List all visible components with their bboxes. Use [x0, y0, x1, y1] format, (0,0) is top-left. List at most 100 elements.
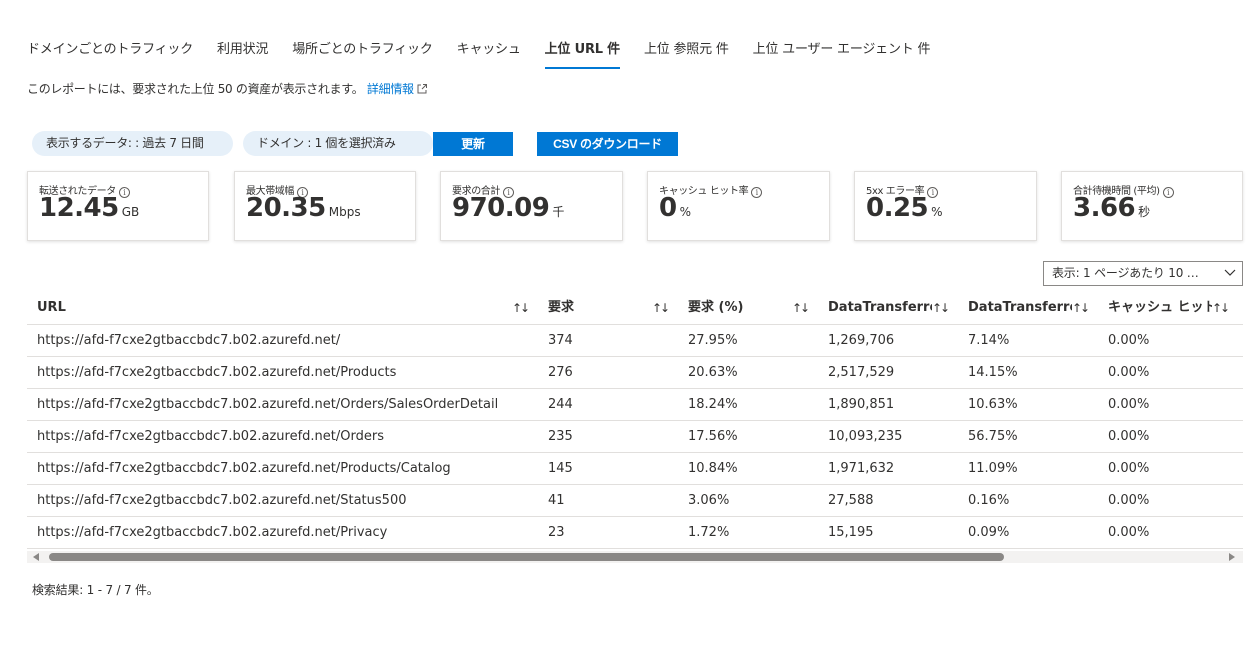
sort-icon[interactable]: ↑↓ [1072, 291, 1090, 325]
cell-data-transferred-percent: 11.09% [968, 461, 1018, 476]
scroll-left-icon[interactable] [33, 553, 39, 561]
time-range-filter[interactable]: 表示するデータ: : 過去 7 日間 [32, 131, 233, 156]
cell-cache-hit-ratio: 0.00% [1108, 333, 1150, 348]
learn-more-label: 詳細情報 [366, 82, 414, 96]
metric-value: 970.09 千 [452, 193, 564, 223]
cell-requests-percent: 17.56% [688, 429, 738, 444]
cell-data-transferred-percent: 56.75% [968, 429, 1018, 444]
description-text: このレポートには、要求された上位 50 の資産が表示されます。 [27, 82, 364, 96]
cell-data-transferred: 10,093,235 [828, 429, 903, 444]
sort-icon[interactable]: ↑↓ [932, 291, 950, 325]
cell-cache-hit-ratio: 0.00% [1108, 365, 1150, 380]
tab-top-user-agents[interactable]: 上位 ユーザー エージェント 件 [753, 36, 931, 69]
chevron-down-icon [1224, 269, 1236, 276]
scrollbar-thumb[interactable] [49, 553, 1004, 561]
page-size-dropdown[interactable]: 表示: 1 ページあたり 10 … [1043, 261, 1243, 286]
table-body: https://afd-f7cxe2gtbaccbdc7.b02.azurefd… [27, 325, 1243, 549]
metric-value: 20.35 Mbps [246, 193, 361, 223]
metric-unit: % [931, 205, 943, 219]
cell-url: https://afd-f7cxe2gtbaccbdc7.b02.azurefd… [37, 397, 499, 412]
cell-requests: 235 [548, 429, 573, 444]
metric-number: 970.09 [452, 193, 550, 223]
page-size-value: 表示: 1 ページあたり 10 … [1052, 266, 1199, 280]
info-icon[interactable]: i [1162, 187, 1174, 198]
tab-top-urls[interactable]: 上位 URL 件 [544, 36, 620, 69]
column-header-data-transferred[interactable]: DataTransferre… [828, 291, 932, 324]
column-header-url[interactable]: URL [37, 291, 497, 324]
domain-filter[interactable]: ドメイン : 1 個を選択済み [243, 131, 433, 156]
metric-unit: Mbps [328, 205, 361, 219]
cell-requests: 145 [548, 461, 573, 476]
cell-requests-percent: 18.24% [688, 397, 738, 412]
column-header-requests-percent[interactable]: 要求 (%) [688, 291, 788, 324]
cell-url: https://afd-f7cxe2gtbaccbdc7.b02.azurefd… [37, 461, 451, 476]
sort-icon[interactable]: ↑↓ [652, 291, 670, 325]
cell-data-transferred: 15,195 [828, 525, 874, 540]
table-row[interactable]: https://afd-f7cxe2gtbaccbdc7.b02.azurefd… [27, 421, 1243, 453]
metric-value: 0% [659, 193, 691, 223]
tab-traffic-by-location[interactable]: 場所ごとのトラフィック [292, 36, 433, 69]
table-row[interactable]: https://afd-f7cxe2gtbaccbdc7.b02.azurefd… [27, 325, 1243, 357]
cell-cache-hit-ratio: 0.00% [1108, 461, 1150, 476]
cell-url: https://afd-f7cxe2gtbaccbdc7.b02.azurefd… [37, 525, 388, 540]
external-link-icon [417, 84, 427, 94]
tab-top-referrers[interactable]: 上位 参照元 件 [644, 36, 729, 69]
scroll-right-icon[interactable] [1229, 553, 1235, 561]
cell-data-transferred-percent: 14.15% [968, 365, 1018, 380]
metric-card-5xx-error-rate: 5xx エラー率 i 0.25% [854, 171, 1037, 241]
learn-more-link[interactable]: 詳細情報 [367, 82, 428, 96]
table-row[interactable]: https://afd-f7cxe2gtbaccbdc7.b02.azurefd… [27, 389, 1243, 421]
metric-unit: 秒 [1138, 205, 1151, 219]
table-row[interactable]: https://afd-f7cxe2gtbaccbdc7.b02.azurefd… [27, 517, 1243, 549]
cell-url: https://afd-f7cxe2gtbaccbdc7.b02.azurefd… [37, 365, 397, 380]
cell-cache-hit-ratio: 0.00% [1108, 493, 1150, 508]
cell-data-transferred: 1,269,706 [828, 333, 895, 348]
horizontal-scrollbar[interactable] [27, 551, 1243, 563]
metric-value: 3.66 秒 [1073, 193, 1150, 223]
tab-cache[interactable]: キャッシュ [457, 36, 521, 69]
metric-card-data-transferred: 転送されたデータ i 12.45 GB [27, 171, 209, 241]
sort-icon[interactable]: ↑↓ [1212, 291, 1230, 325]
cell-requests-percent: 3.06% [688, 493, 730, 508]
sort-icon[interactable]: ↑↓ [512, 291, 530, 325]
report-tabs: ドメインごとのトラフィック 利用状況 場所ごとのトラフィック キャッシュ 上位 … [27, 36, 954, 70]
metric-number: 0.25 [866, 193, 929, 223]
report-description: このレポートには、要求された上位 50 の資産が表示されます。 詳細情報 [27, 80, 428, 97]
cell-requests: 41 [548, 493, 565, 508]
metric-card-peak-bandwidth: 最大帯域幅 i 20.35 Mbps [234, 171, 416, 241]
metric-unit: % [679, 205, 691, 219]
tab-usage[interactable]: 利用状況 [217, 36, 268, 69]
metric-unit: GB [121, 205, 140, 219]
sort-icon[interactable]: ↑↓ [792, 291, 810, 325]
cell-cache-hit-ratio: 0.00% [1108, 429, 1150, 444]
cell-url: https://afd-f7cxe2gtbaccbdc7.b02.azurefd… [37, 429, 384, 444]
cell-requests: 276 [548, 365, 573, 380]
table-row[interactable]: https://afd-f7cxe2gtbaccbdc7.b02.azurefd… [27, 485, 1243, 517]
table-row[interactable]: https://afd-f7cxe2gtbaccbdc7.b02.azurefd… [27, 453, 1243, 485]
info-icon[interactable]: i [751, 187, 763, 198]
result-count: 検索結果: 1 - 7 / 7 件。 [32, 583, 159, 597]
metric-card-cache-hit-ratio: キャッシュ ヒット率 i 0% [647, 171, 830, 241]
cell-url: https://afd-f7cxe2gtbaccbdc7.b02.azurefd… [37, 493, 407, 508]
cell-requests: 374 [548, 333, 573, 348]
column-header-data-transferred-percent[interactable]: DataTransferre… [968, 291, 1072, 324]
cell-data-transferred-percent: 0.09% [968, 525, 1010, 540]
cell-requests-percent: 1.72% [688, 525, 730, 540]
metric-number: 0 [659, 193, 677, 223]
cell-data-transferred: 27,588 [828, 493, 874, 508]
cell-url: https://afd-f7cxe2gtbaccbdc7.b02.azurefd… [37, 333, 341, 348]
cell-data-transferred: 1,890,851 [828, 397, 895, 412]
column-header-cache-hit-ratio[interactable]: キャッシュ ヒット率 … [1108, 291, 1212, 324]
csv-download-button[interactable]: CSV のダウンロード [537, 132, 678, 156]
cell-requests-percent: 27.95% [688, 333, 738, 348]
cell-cache-hit-ratio: 0.00% [1108, 525, 1150, 540]
refresh-button[interactable]: 更新 [433, 132, 513, 156]
cell-requests: 23 [548, 525, 565, 540]
cell-requests-percent: 20.63% [688, 365, 738, 380]
column-header-requests[interactable]: 要求 [548, 291, 648, 324]
table-row[interactable]: https://afd-f7cxe2gtbaccbdc7.b02.azurefd… [27, 357, 1243, 389]
cell-data-transferred: 2,517,529 [828, 365, 895, 380]
metric-unit: 千 [552, 205, 565, 219]
cell-data-transferred-percent: 10.63% [968, 397, 1018, 412]
tab-traffic-by-domain[interactable]: ドメインごとのトラフィック [27, 36, 193, 69]
